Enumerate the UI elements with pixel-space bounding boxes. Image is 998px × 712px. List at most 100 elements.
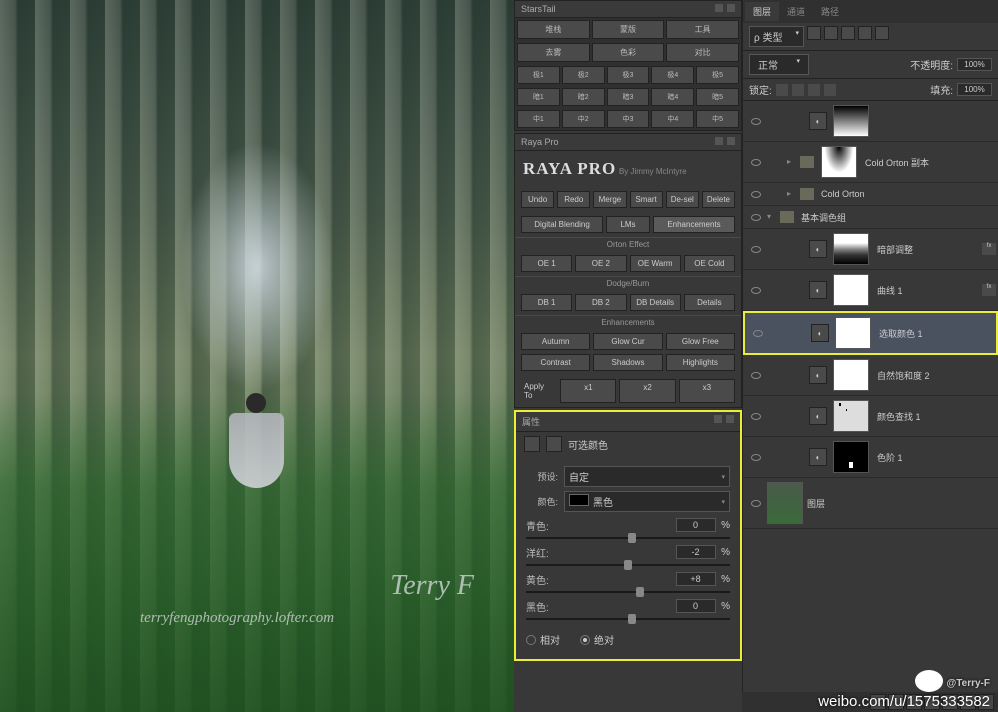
visibility-toggle[interactable] bbox=[749, 450, 763, 464]
layer-row[interactable]: ◐ 颜色查找 1 bbox=[743, 396, 998, 437]
visibility-toggle[interactable] bbox=[749, 155, 763, 169]
layers-tab[interactable]: 图层 bbox=[745, 2, 779, 21]
folder-toggle[interactable]: ▸ bbox=[787, 157, 797, 167]
st-btn[interactable]: 对比 bbox=[666, 43, 739, 62]
slider-thumb[interactable] bbox=[628, 533, 636, 543]
absolute-radio[interactable]: 绝对 bbox=[580, 632, 614, 647]
canvas-area[interactable]: Terry F terryfengphotography.lofter.com bbox=[0, 0, 514, 712]
lock-pixels-icon[interactable] bbox=[792, 84, 804, 96]
layer-name[interactable]: Cold Orton bbox=[817, 189, 996, 199]
filter-adjust-icon[interactable] bbox=[824, 26, 838, 40]
applyx2-button[interactable]: x2 bbox=[619, 379, 675, 403]
slider-track[interactable] bbox=[526, 537, 730, 539]
layer-mask[interactable] bbox=[833, 233, 869, 265]
folder-toggle[interactable]: ▸ bbox=[787, 189, 797, 199]
lock-transparent-icon[interactable] bbox=[776, 84, 788, 96]
panel-collapse-icon[interactable] bbox=[726, 415, 734, 423]
slider-value-input[interactable] bbox=[676, 599, 716, 613]
layer-name[interactable]: Cold Orton 副本 bbox=[861, 156, 996, 169]
lock-all-icon[interactable] bbox=[824, 84, 836, 96]
layer-row[interactable]: ◐ bbox=[743, 101, 998, 142]
glowfree-button[interactable]: Glow Free bbox=[666, 333, 735, 350]
layer-name[interactable]: 选取颜色 1 bbox=[875, 327, 994, 340]
layer-mask[interactable] bbox=[833, 359, 869, 391]
panel-menu-icon[interactable] bbox=[714, 415, 722, 423]
dbdetails-button[interactable]: DB Details bbox=[630, 294, 681, 311]
db2-button[interactable]: DB 2 bbox=[575, 294, 626, 311]
layer-name[interactable]: 色阶 1 bbox=[873, 451, 996, 464]
st-btn[interactable]: 极2 bbox=[562, 66, 605, 84]
st-btn[interactable]: 极5 bbox=[696, 66, 739, 84]
slider-value-input[interactable] bbox=[676, 545, 716, 559]
lock-position-icon[interactable] bbox=[808, 84, 820, 96]
oe2-button[interactable]: OE 2 bbox=[575, 255, 626, 272]
st-btn[interactable]: 工具 bbox=[666, 20, 739, 39]
layer-mask[interactable] bbox=[833, 105, 869, 137]
folder-toggle[interactable]: ▾ bbox=[767, 212, 777, 222]
layer-mask[interactable] bbox=[833, 274, 869, 306]
layer-row[interactable]: ▸ Cold Orton 副本 bbox=[743, 142, 998, 183]
st-btn[interactable]: 暗1 bbox=[517, 88, 560, 106]
desel-button[interactable]: De-sel bbox=[666, 191, 699, 208]
delete-button[interactable]: Delete bbox=[702, 191, 735, 208]
layer-mask[interactable] bbox=[821, 146, 857, 178]
oecold-button[interactable]: OE Cold bbox=[684, 255, 735, 272]
paths-tab[interactable]: 路径 bbox=[813, 2, 847, 21]
layer-row[interactable]: ◐ 自然饱和度 2 bbox=[743, 355, 998, 396]
st-btn[interactable]: 暗4 bbox=[651, 88, 694, 106]
st-btn[interactable]: 去雾 bbox=[517, 43, 590, 62]
visibility-toggle[interactable] bbox=[751, 326, 765, 340]
st-btn[interactable]: 中2 bbox=[562, 110, 605, 128]
slider-track[interactable] bbox=[526, 591, 730, 593]
visibility-toggle[interactable] bbox=[749, 409, 763, 423]
fx-badge[interactable]: fx bbox=[982, 243, 996, 255]
preset-dropdown[interactable]: 自定 bbox=[564, 466, 730, 487]
visibility-toggle[interactable] bbox=[749, 496, 763, 510]
st-btn[interactable]: 极3 bbox=[607, 66, 650, 84]
st-btn[interactable]: 极4 bbox=[651, 66, 694, 84]
visibility-toggle[interactable] bbox=[749, 242, 763, 256]
fill-input[interactable] bbox=[957, 83, 992, 96]
visibility-toggle[interactable] bbox=[749, 283, 763, 297]
st-btn[interactable]: 蒙版 bbox=[592, 20, 665, 39]
slider-value-input[interactable] bbox=[676, 572, 716, 586]
autumn-button[interactable]: Autumn bbox=[521, 333, 590, 350]
blend-mode-dropdown[interactable]: 正常 bbox=[749, 54, 809, 75]
visibility-toggle[interactable] bbox=[749, 210, 763, 224]
slider-thumb[interactable] bbox=[628, 614, 636, 624]
layer-row[interactable]: ▸ Cold Orton bbox=[743, 183, 998, 206]
st-btn[interactable]: 中3 bbox=[607, 110, 650, 128]
channels-tab[interactable]: 通道 bbox=[779, 2, 813, 21]
st-btn[interactable]: 暗3 bbox=[607, 88, 650, 106]
st-btn[interactable]: 中1 bbox=[517, 110, 560, 128]
layer-name[interactable]: 暗部调整 bbox=[873, 243, 980, 256]
oe1-button[interactable]: OE 1 bbox=[521, 255, 572, 272]
applyx1-button[interactable]: x1 bbox=[560, 379, 616, 403]
slider-track[interactable] bbox=[526, 618, 730, 620]
st-btn[interactable]: 暗2 bbox=[562, 88, 605, 106]
layer-row[interactable]: ◐ 色阶 1 bbox=[743, 437, 998, 478]
fx-badge[interactable]: fx bbox=[982, 284, 996, 296]
st-btn[interactable]: 中4 bbox=[651, 110, 694, 128]
visibility-toggle[interactable] bbox=[749, 114, 763, 128]
layer-name[interactable]: 自然饱和度 2 bbox=[873, 369, 996, 382]
st-btn[interactable]: 暗5 bbox=[696, 88, 739, 106]
opacity-input[interactable] bbox=[957, 58, 992, 71]
layer-name[interactable]: 曲线 1 bbox=[873, 284, 980, 297]
visibility-toggle[interactable] bbox=[749, 187, 763, 201]
filter-type-icon[interactable] bbox=[841, 26, 855, 40]
details-button[interactable]: Details bbox=[684, 294, 735, 311]
slider-value-input[interactable] bbox=[676, 518, 716, 532]
layer-mask[interactable] bbox=[835, 317, 871, 349]
color-dropdown[interactable]: 黑色 bbox=[564, 491, 730, 512]
merge-button[interactable]: Merge bbox=[593, 191, 626, 208]
shadows-button[interactable]: Shadows bbox=[593, 354, 662, 371]
filter-shape-icon[interactable] bbox=[858, 26, 872, 40]
visibility-toggle[interactable] bbox=[749, 368, 763, 382]
oewarm-button[interactable]: OE Warm bbox=[630, 255, 681, 272]
digital-blending-button[interactable]: Digital Blending bbox=[521, 216, 603, 233]
layer-row[interactable]: ◐ 选取颜色 1 bbox=[743, 311, 998, 355]
st-btn[interactable]: 堆栈 bbox=[517, 20, 590, 39]
smart-button[interactable]: Smart bbox=[630, 191, 663, 208]
layer-thumbnail[interactable] bbox=[767, 482, 803, 524]
